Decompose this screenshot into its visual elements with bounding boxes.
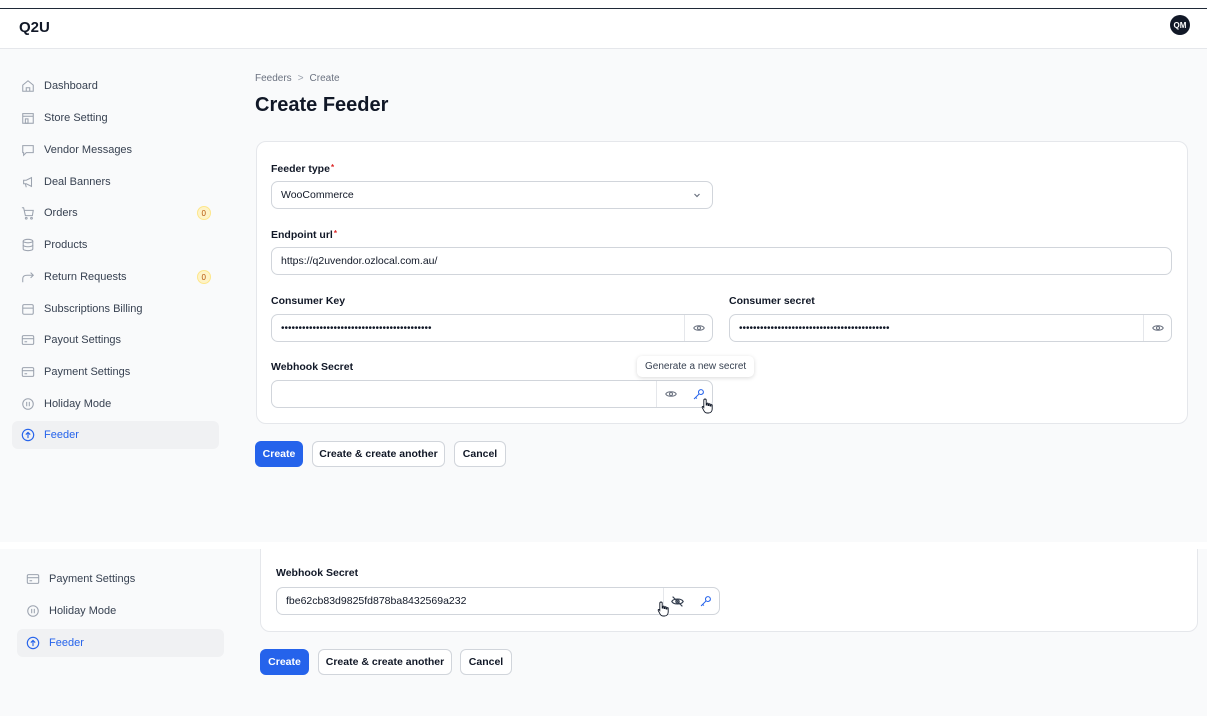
sidebar-item-vendor-messages[interactable]: Vendor Messages (12, 136, 219, 164)
sidebar-item-dashboard[interactable]: Dashboard (12, 72, 219, 100)
sidebar-item-feeder[interactable]: Feeder (17, 629, 224, 657)
megaphone-icon (20, 174, 36, 190)
create-and-create-another-button[interactable]: Create & create another (318, 649, 452, 675)
sidebar-item-label: Payout Settings (44, 334, 122, 346)
eye-icon[interactable] (1143, 315, 1171, 341)
sidebar-item-deal-banners[interactable]: Deal Banners (12, 168, 219, 196)
page-title: Create Feeder (255, 94, 389, 116)
eye-icon[interactable] (656, 381, 684, 407)
consumer-key-input[interactable]: ••••••••••••••••••••••••••••••••••••••••… (271, 314, 713, 342)
sidebar-item-label: Holiday Mode (44, 398, 112, 410)
sidebar-item-label: Payment Settings (49, 573, 136, 585)
pause-icon (25, 603, 41, 619)
breadcrumb: Feeders > Create (255, 73, 340, 84)
chat-icon (20, 142, 36, 158)
upload-cloud-icon (20, 427, 36, 443)
sidebar-item-label: Store Setting (44, 112, 108, 124)
sidebar-item-label: Products (44, 239, 88, 251)
sidebar-item-label: Dashboard (44, 80, 98, 92)
card-icon (25, 571, 41, 587)
sidebar-item-label: Holiday Mode (49, 605, 117, 617)
card-icon (20, 332, 36, 348)
sidebar-item-label: Feeder (49, 637, 84, 649)
cancel-button[interactable]: Cancel (460, 649, 512, 675)
avatar[interactable]: QM (1170, 15, 1190, 35)
return-arrow-icon (20, 269, 36, 285)
create-and-create-another-button[interactable]: Create & create another (312, 441, 445, 467)
sidebar-item-store-setting[interactable]: Store Setting (12, 104, 219, 132)
breadcrumb-feeders-link[interactable]: Feeders (255, 73, 292, 84)
endpoint-url-label: Endpoint url* (271, 229, 337, 241)
box-icon (20, 301, 36, 317)
sidebar-item-products[interactable]: Products (12, 231, 219, 259)
chevron-down-icon (692, 190, 702, 203)
consumer-key-label: Consumer Key (271, 295, 346, 307)
store-icon (20, 110, 36, 126)
webhook-secret-input[interactable] (271, 380, 713, 408)
sidebar-item-label: Vendor Messages (44, 144, 133, 156)
sidebar-item-holiday-mode[interactable]: Holiday Mode (17, 597, 224, 625)
app-logo[interactable]: Q2U (19, 19, 50, 36)
database-icon (20, 237, 36, 253)
feeder-type-label: Feeder type* (271, 163, 335, 175)
cart-icon (20, 205, 36, 221)
breadcrumb-current: Create (309, 73, 340, 84)
generate-secret-tooltip: Generate a new secret (637, 356, 755, 377)
sidebar-item-holiday-mode[interactable]: Holiday Mode (12, 390, 219, 418)
sidebar-item-orders[interactable]: Orders 0 (12, 199, 219, 227)
cancel-button[interactable]: Cancel (454, 441, 506, 467)
screenshot-panel-top: Q2U QM Dashboard Store Setting Vendor Me… (0, 9, 1207, 542)
webhook-secret-label: Webhook Secret (271, 361, 354, 373)
consumer-secret-input[interactable]: ••••••••••••••••••••••••••••••••••••••••… (729, 314, 1172, 342)
create-button[interactable]: Create (260, 649, 309, 675)
pointer-cursor-icon (657, 601, 669, 617)
sidebar-item-subscriptions-billing[interactable]: Subscriptions Billing (12, 295, 219, 323)
home-icon (20, 78, 36, 94)
return-requests-count-badge: 0 (196, 270, 211, 284)
create-button[interactable]: Create (255, 441, 303, 467)
endpoint-url-input[interactable]: https://q2uvendor.ozlocal.com.au/ (271, 247, 1172, 275)
pause-icon (20, 396, 36, 412)
sidebar-item-label: Orders (44, 207, 78, 219)
webhook-secret-input[interactable]: fbe62cb83d9825fd878ba8432569a232 (276, 587, 720, 615)
sidebar-item-return-requests[interactable]: Return Requests 0 (12, 263, 219, 291)
screenshot-panel-bottom: Payment Settings Holiday Mode Feeder Web… (0, 549, 1207, 716)
upload-cloud-icon (25, 635, 41, 651)
key-icon[interactable] (691, 588, 719, 614)
sidebar-item-label: Deal Banners (44, 176, 111, 188)
webhook-secret-label: Webhook Secret (276, 567, 359, 579)
sidebar-item-payment-settings[interactable]: Payment Settings (12, 358, 219, 386)
sidebar-item-payment-settings[interactable]: Payment Settings (17, 565, 224, 593)
eye-icon[interactable] (684, 315, 712, 341)
sidebar-item-label: Feeder (44, 429, 79, 441)
sidebar-item-label: Payment Settings (44, 366, 131, 378)
card-icon (20, 364, 36, 380)
orders-count-badge: 0 (196, 206, 211, 220)
sidebar-item-feeder[interactable]: Feeder (12, 421, 219, 449)
sidebar-item-payout-settings[interactable]: Payout Settings (12, 326, 219, 354)
sidebar-item-label: Return Requests (44, 271, 127, 283)
pointer-cursor-icon (701, 398, 713, 414)
consumer-secret-label: Consumer secret (729, 295, 815, 307)
breadcrumb-separator: > (297, 73, 304, 84)
app-header: Q2U QM (0, 9, 1207, 49)
sidebar-item-label: Subscriptions Billing (44, 303, 143, 315)
feeder-type-select[interactable]: WooCommerce (271, 181, 713, 209)
